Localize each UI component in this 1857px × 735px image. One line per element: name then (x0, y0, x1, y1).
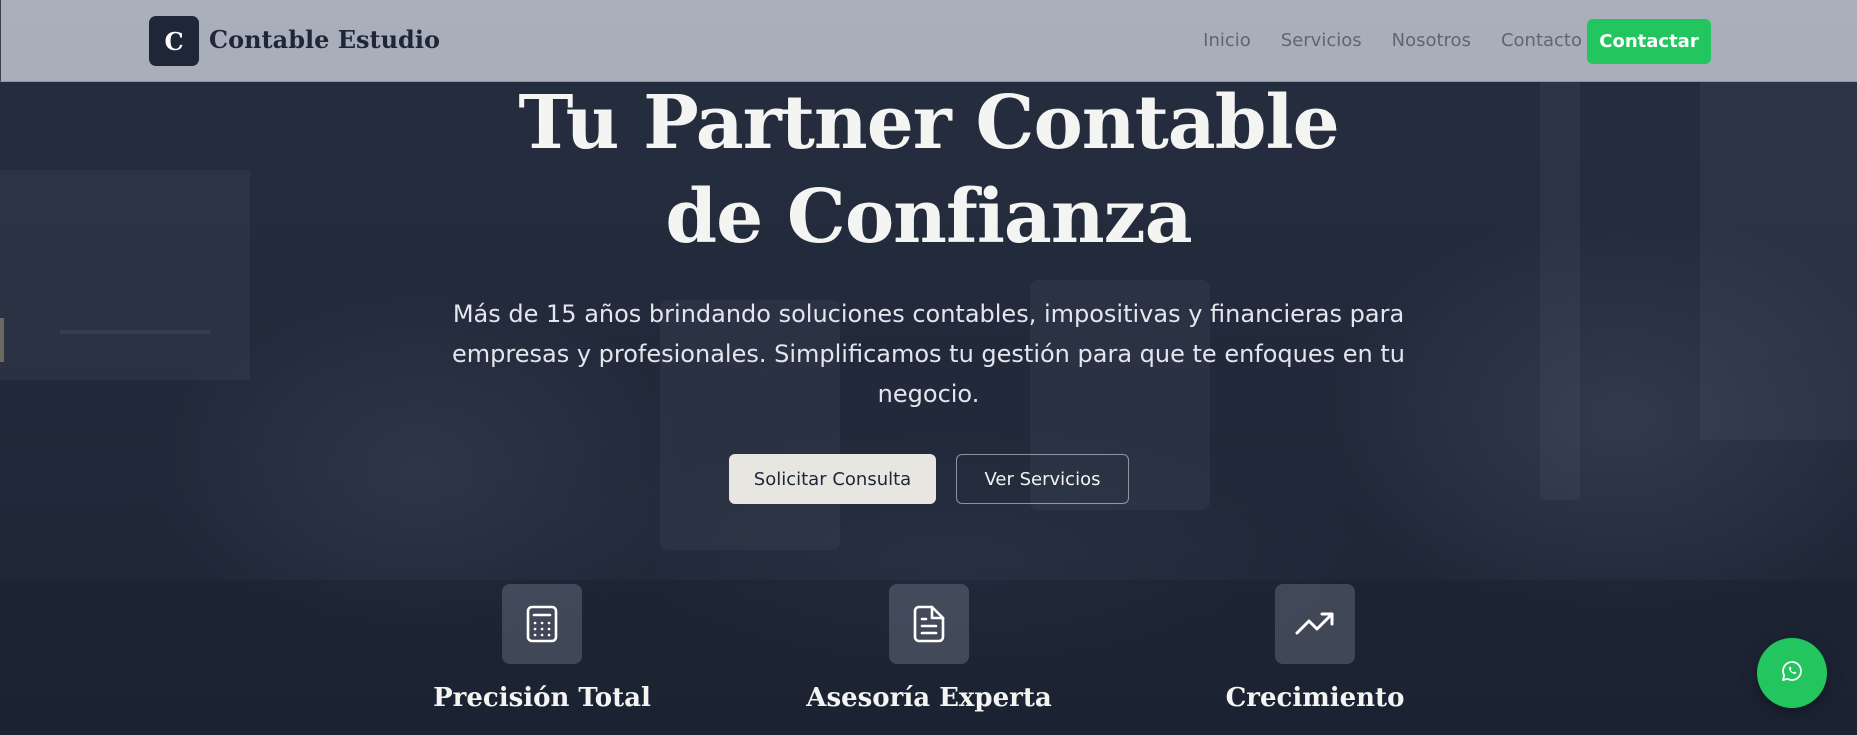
landing-page: C Contable Estudio Inicio Servicios Noso… (0, 0, 1857, 735)
hero-title-line-1: Tu Partner Contable (518, 80, 1339, 166)
trending-up-icon (1275, 584, 1355, 664)
brand-name[interactable]: Contable Estudio (209, 22, 440, 58)
request-consultation-button[interactable]: Solicitar Consulta (729, 454, 936, 504)
nav-link-inicio[interactable]: Inicio (1203, 28, 1251, 54)
document-icon (889, 584, 969, 664)
whatsapp-button[interactable] (1757, 638, 1827, 708)
bg-shelf-line (60, 330, 210, 334)
whatsapp-icon (1781, 660, 1803, 686)
hero-title: Tu Partner Contable de Confianza (0, 76, 1857, 264)
logo-badge[interactable]: C (149, 16, 199, 66)
hero-title-line-2: de Confianza (665, 174, 1192, 260)
feature-title: Crecimiento (1225, 683, 1405, 713)
feature-title: Asesoría Experta (806, 683, 1052, 713)
nav-link-servicios[interactable]: Servicios (1281, 28, 1362, 54)
feature-precision: Precisión Total (382, 584, 702, 716)
feature-advisory: Asesoría Experta (769, 584, 1089, 716)
calculator-icon (502, 584, 582, 664)
nav-link-nosotros[interactable]: Nosotros (1392, 28, 1471, 54)
nav-link-contacto[interactable]: Contacto (1501, 28, 1582, 54)
navbar: C Contable Estudio Inicio Servicios Noso… (0, 0, 1857, 82)
nav-links: Inicio Servicios Nosotros Contacto (1203, 28, 1582, 54)
view-services-button[interactable]: Ver Servicios (956, 454, 1129, 504)
hero-subtitle: Más de 15 años brindando soluciones cont… (452, 300, 1405, 408)
edge-tab (0, 318, 4, 362)
contact-button[interactable]: Contactar (1587, 19, 1711, 64)
feature-title: Precisión Total (433, 683, 651, 713)
feature-growth: Crecimiento (1155, 584, 1475, 716)
